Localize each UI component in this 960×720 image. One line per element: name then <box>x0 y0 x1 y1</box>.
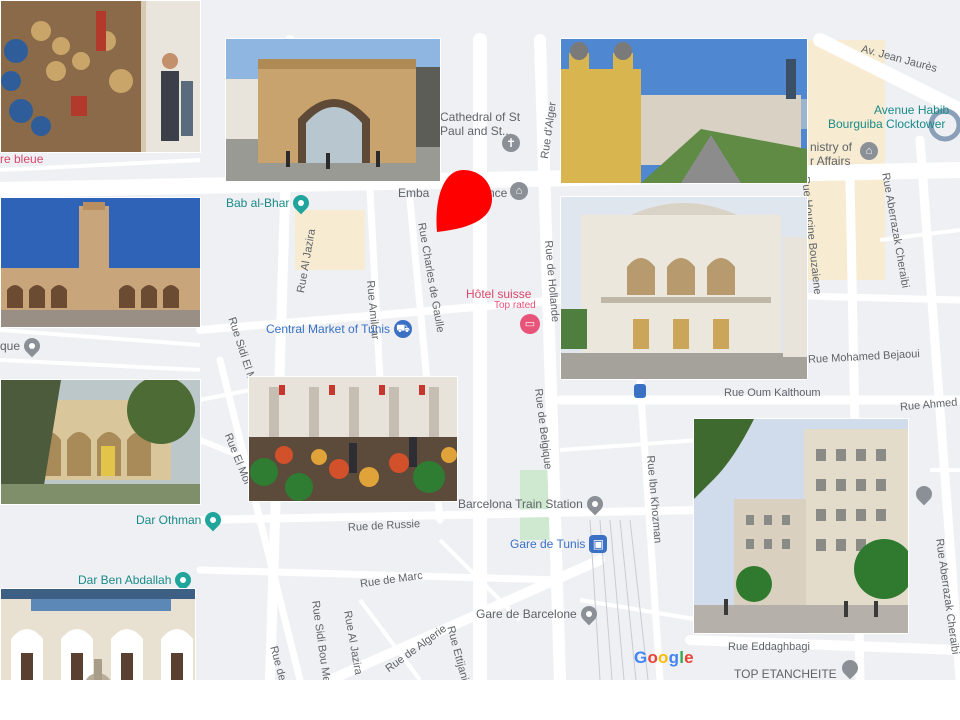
location-pin-icon <box>577 602 601 626</box>
poi-label-medina: re bleue <box>0 152 44 166</box>
church-icon[interactable]: ✝ <box>502 134 520 152</box>
poi-dar-ben-abdallah[interactable]: Dar Ben Abdallah <box>78 568 195 592</box>
poi-label-clocktower: Bourguiba Clocktower <box>828 117 946 131</box>
photo-central-market[interactable] <box>248 376 458 502</box>
poi-label: Gare de Barcelone <box>476 607 577 621</box>
location-marker-icon[interactable] <box>434 170 492 232</box>
poi-gare-de-tunis[interactable]: Gare de Tunis ▣ <box>510 535 608 553</box>
hotel-bed-icon[interactable]: ▭ <box>520 314 540 334</box>
poi-label: Central Market of Tunis <box>266 322 391 336</box>
location-pin-icon <box>20 334 44 358</box>
photo-avenue-buildings[interactable] <box>693 418 909 634</box>
poi-label-top-etancheite: TOP ETANCHEITE <box>734 667 837 680</box>
photo-bab-el-bhar-gate[interactable] <box>225 38 441 182</box>
bus-stop-icon[interactable] <box>634 384 646 398</box>
landmark-pin-icon <box>202 508 225 532</box>
google-logo-letter: o <box>658 648 669 667</box>
poi-label-embassy: Emba <box>398 186 430 200</box>
poi-central-market[interactable]: Central Market of Tunis ⛟ <box>266 320 413 338</box>
poi-bab-al-bhar[interactable]: Bab al-Bhar <box>226 191 313 215</box>
poi-label-avenue-habib: Avenue Habib <box>874 103 950 117</box>
location-pin-icon[interactable] <box>838 656 862 680</box>
train-icon: ▣ <box>589 535 608 553</box>
google-logo-letter: e <box>684 648 694 667</box>
poi-label: Dar Othman <box>136 513 202 527</box>
poi-label: Barcelona Train Station <box>458 497 583 511</box>
location-pin-icon[interactable] <box>912 482 936 507</box>
poi-dar-othman[interactable]: Dar Othman <box>136 508 225 532</box>
poi-hotel-suisse[interactable]: Hôtel suisse <box>466 288 531 300</box>
photo-municipal-theatre[interactable] <box>560 196 808 380</box>
map-canvas[interactable]: Av. Jean Jaurès Rue Al Jazira Rue Amilca… <box>0 0 960 680</box>
poi-label-ministry: nistry of r Affairs <box>810 140 853 169</box>
photo-zitouna-mosque[interactable] <box>0 197 201 328</box>
page-footer <box>0 680 960 720</box>
embassy-icon[interactable]: ⌂ <box>510 182 528 200</box>
ministry-icon[interactable]: ⌂ <box>860 142 878 160</box>
poi-gare-de-barcelone[interactable]: Gare de Barcelone <box>476 602 601 626</box>
photo-cathedral-avenue[interactable] <box>560 38 808 184</box>
location-pin-icon <box>583 492 607 516</box>
photo-souk-shop[interactable] <box>0 0 201 153</box>
poi-label: Gare de Tunis <box>510 537 586 551</box>
google-logo-letter: g <box>668 648 680 667</box>
google-logo: Google <box>634 648 694 668</box>
street-label: Rue Oum Kalthoum <box>724 387 821 399</box>
street-label: Rue Eddaghbagi <box>728 641 810 653</box>
poi-label: que <box>0 339 21 353</box>
poi-label: Dar Ben Abdallah <box>78 573 172 587</box>
google-logo-letter: G <box>634 648 648 667</box>
rating-badge: Top rated <box>494 300 536 311</box>
google-logo-letter: o <box>647 648 659 667</box>
landmark-pin-icon <box>290 191 313 215</box>
poi-que[interactable]: que <box>0 334 44 358</box>
photo-palace-courtyard[interactable] <box>0 588 196 680</box>
photo-dar-courtyard[interactable] <box>0 379 201 505</box>
poi-label: Hôtel suisse <box>466 287 532 301</box>
shopping-cart-icon: ⛟ <box>394 320 413 338</box>
poi-label: Bab al-Bhar <box>226 196 290 210</box>
poi-barcelona-station[interactable]: Barcelona Train Station <box>458 492 607 516</box>
